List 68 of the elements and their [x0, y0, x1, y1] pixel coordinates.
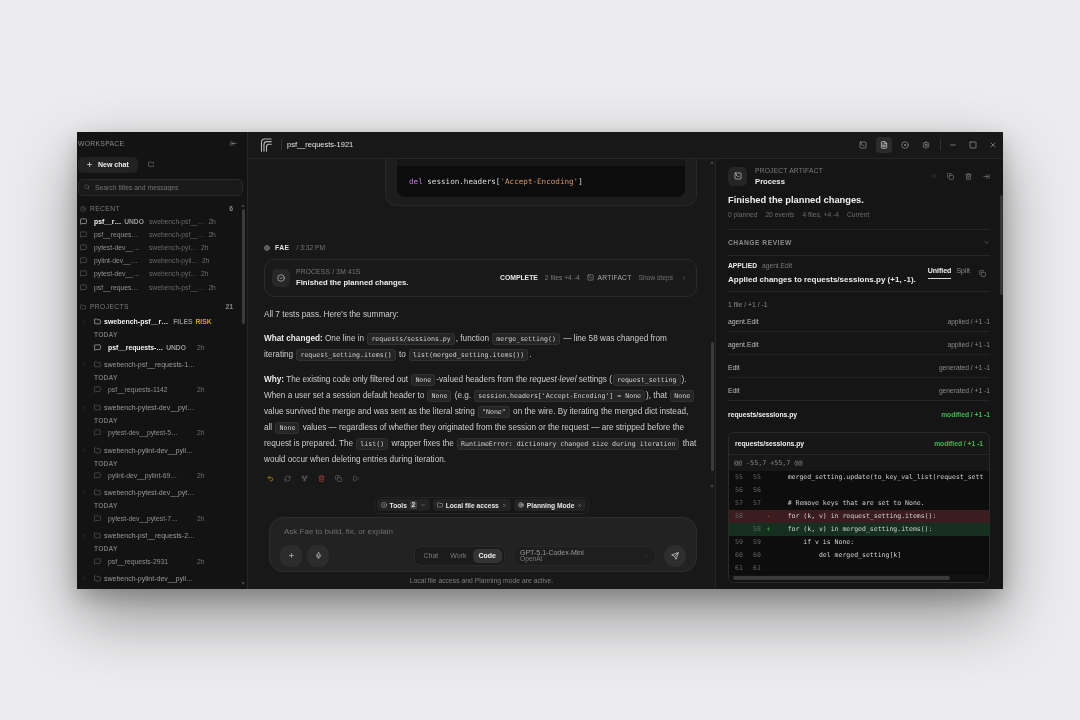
chat-icon: [80, 257, 87, 265]
folder-icon: [80, 303, 86, 310]
mic-button[interactable]: [307, 544, 329, 567]
caret-down-icon[interactable]: [710, 484, 714, 488]
chat-icon: [80, 217, 87, 225]
add-button[interactable]: [280, 544, 302, 567]
terminal-icon: [586, 274, 594, 281]
chevron-down-icon[interactable]: [983, 238, 990, 246]
refresh-icon[interactable]: [284, 475, 291, 482]
caret-down-icon[interactable]: [241, 581, 245, 585]
fork-icon[interactable]: [301, 475, 308, 482]
scrollbar-thumb[interactable]: [1000, 194, 1003, 295]
chevron-right-icon: [681, 274, 687, 281]
plus-icon: [287, 552, 295, 559]
scrollbar-thumb[interactable]: [241, 208, 245, 324]
chat-icon: [94, 386, 101, 394]
copy-icon[interactable]: [979, 269, 986, 277]
target-icon: [517, 502, 524, 508]
close-icon[interactable]: [577, 502, 583, 508]
trash-icon[interactable]: [318, 475, 325, 482]
clock-icon: [80, 205, 86, 212]
folder-icon[interactable]: [147, 161, 155, 168]
close-icon[interactable]: [501, 502, 507, 508]
send-button[interactable]: [664, 544, 686, 567]
play-icon[interactable]: [352, 475, 359, 482]
folder-icon: [94, 489, 101, 497]
circle-dot-icon: [380, 502, 387, 508]
folder-icon: [94, 446, 101, 454]
chat-icon: [94, 343, 101, 351]
chat-icon: [94, 429, 101, 437]
logo-icon: [260, 137, 272, 152]
chat-icon: [80, 270, 87, 278]
undo-icon[interactable]: [267, 475, 274, 482]
chat-icon: [80, 243, 87, 251]
search-icon: [84, 184, 90, 190]
maximize-icon[interactable]: [969, 140, 977, 149]
chat-icon: [80, 283, 87, 291]
toolbar-button[interactable]: [876, 136, 892, 153]
folder-icon: [94, 360, 101, 368]
change-summary: Applied changes to requests/sessions.py (+1, -1).: [728, 273, 916, 285]
document-icon: [880, 140, 888, 149]
folder-icon: [94, 532, 101, 540]
folder-icon: [94, 403, 101, 411]
chevron-down-icon[interactable]: [419, 502, 426, 508]
scrollbar-thumb[interactable]: [733, 576, 950, 580]
trash-icon[interactable]: [965, 172, 972, 180]
folder-icon: [436, 502, 443, 508]
collapse-sidebar-icon[interactable]: [230, 140, 237, 147]
close-icon[interactable]: [989, 140, 997, 149]
message-paragraph: All 7 tests pass. Here's the summary:: [264, 309, 400, 321]
copy-icon[interactable]: [335, 475, 342, 482]
plus-icon: [86, 161, 93, 168]
folder-icon: [94, 574, 101, 582]
terminal-icon: [859, 140, 867, 149]
send-icon: [671, 551, 679, 560]
artifact-title: Finished the planned changes.: [728, 194, 865, 206]
disc-icon: [901, 140, 909, 149]
mic-icon: [314, 552, 322, 559]
aperture-icon: [264, 244, 270, 251]
chat-icon: [94, 514, 101, 522]
settings-icon: [922, 140, 930, 149]
folder-icon: [94, 318, 101, 326]
chat-icon: [94, 472, 101, 479]
terminal-icon: [728, 166, 747, 186]
arrow-right-to-line-icon[interactable]: [983, 172, 990, 180]
chat-icon: [94, 557, 101, 565]
copy-icon[interactable]: [947, 172, 954, 180]
chat-icon: [80, 230, 87, 238]
